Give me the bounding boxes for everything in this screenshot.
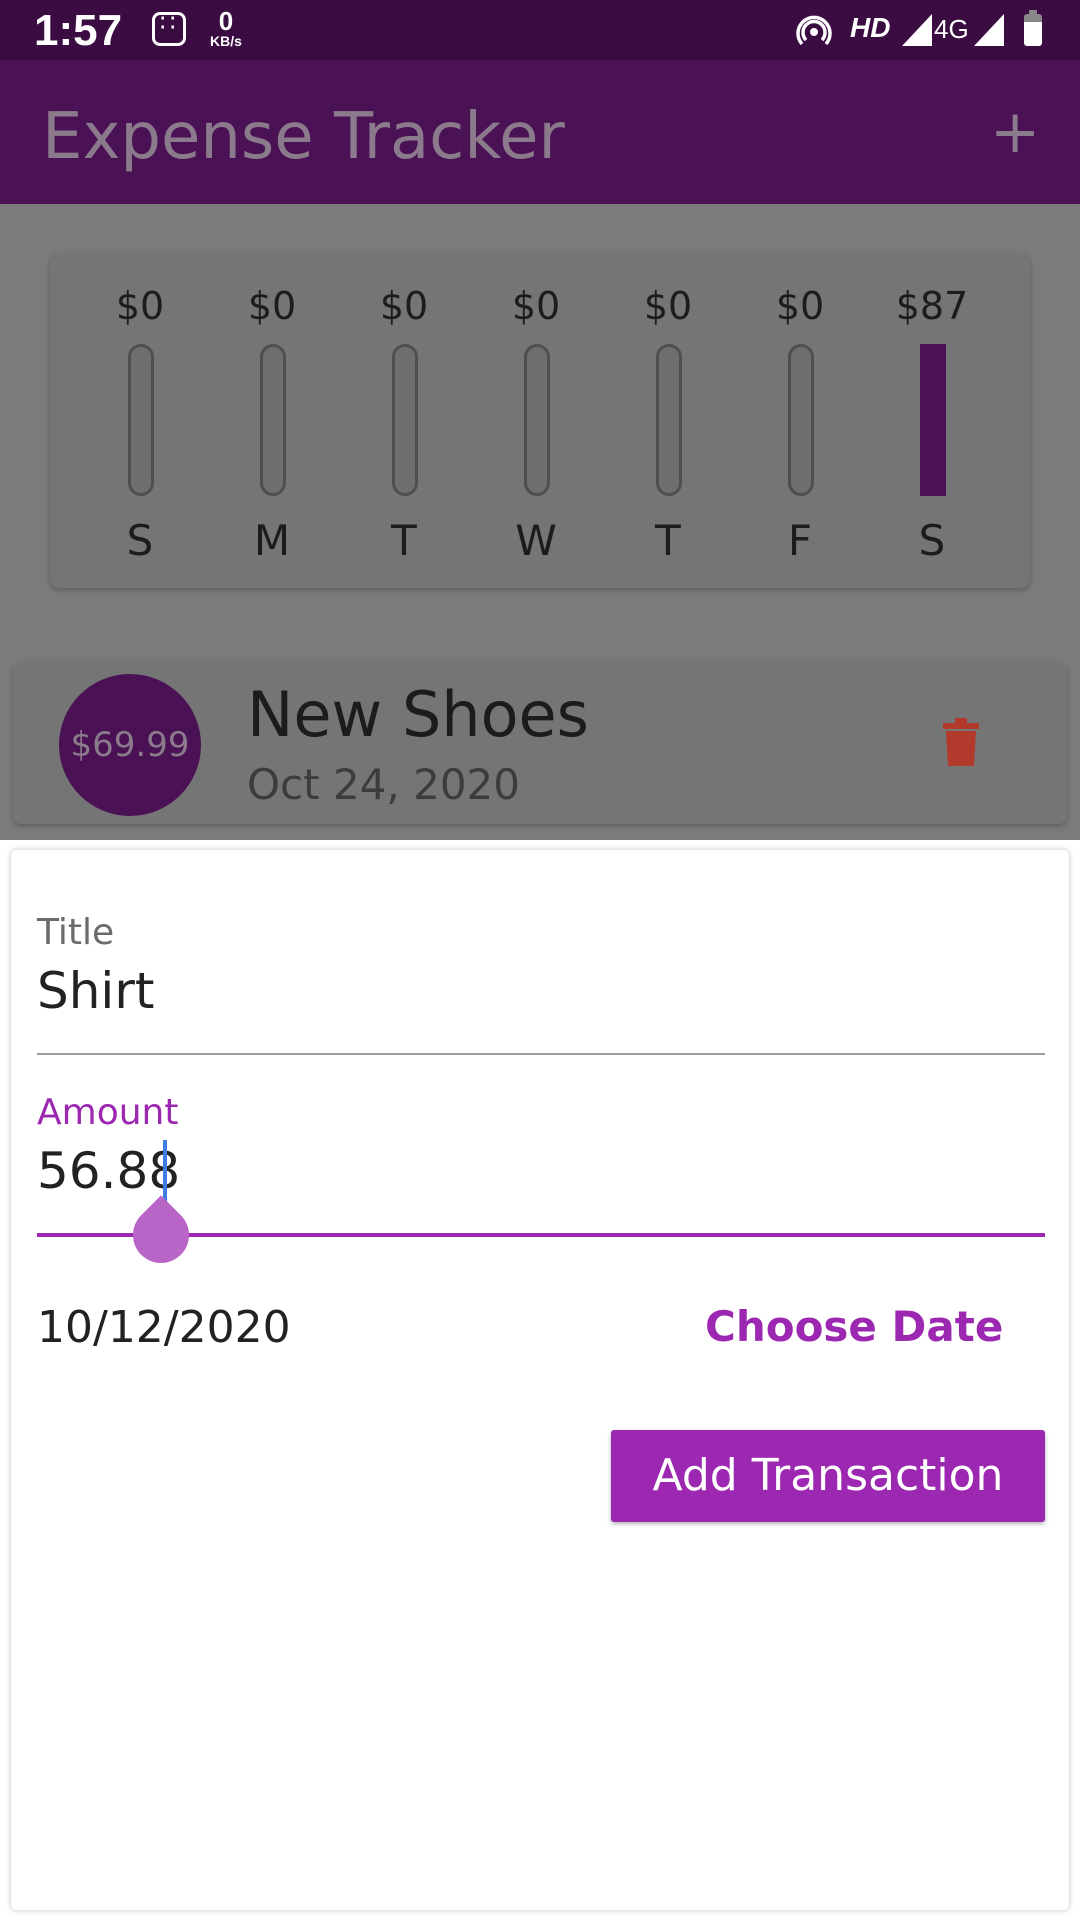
network-speed-unit: KB/s bbox=[210, 33, 242, 49]
chart-bar-column: $0 T bbox=[338, 254, 470, 588]
chart-bar-day: T bbox=[391, 516, 417, 565]
dimmed-background[interactable]: $0 S $0 M $0 T $0 W $0 T $0 F $87 S $69.99 New Shoes … bbox=[0, 204, 1080, 840]
signal-strength-icon-2 bbox=[974, 14, 1004, 46]
network-type: 4G bbox=[934, 14, 969, 44]
text-selection-handle[interactable] bbox=[121, 1195, 201, 1275]
chart-bar-column: $0 W bbox=[470, 254, 602, 588]
hotspot-icon bbox=[796, 15, 832, 46]
chart-bar-column: $0 M bbox=[206, 254, 338, 588]
selected-date: 10/12/2020 bbox=[37, 1302, 291, 1353]
amount-field[interactable]: 56.88 bbox=[37, 1142, 180, 1200]
chart-bar-amount: $87 bbox=[895, 284, 969, 328]
new-transaction-sheet: Title Shirt Amount 56.88 10/12/2020 Choo… bbox=[11, 850, 1069, 1910]
amount-field-label: Amount bbox=[37, 1092, 179, 1133]
trash-icon[interactable] bbox=[943, 718, 979, 766]
chart-bar-day: S bbox=[126, 516, 154, 565]
text-cursor bbox=[163, 1140, 167, 1206]
app-bar: Expense Tracker + bbox=[0, 60, 1080, 204]
chart-bar-track bbox=[920, 344, 946, 496]
add-transaction-button[interactable]: Add Transaction bbox=[611, 1430, 1045, 1522]
plus-icon[interactable]: + bbox=[990, 102, 1040, 162]
title-field-underline bbox=[37, 1053, 1045, 1055]
chart-bar-track bbox=[128, 344, 154, 496]
title-field-label: Title bbox=[37, 912, 115, 953]
chart-bar-amount: $0 bbox=[643, 284, 693, 328]
app-title: Expense Tracker bbox=[42, 100, 565, 174]
network-speed-value: 0 bbox=[218, 6, 234, 36]
chart-bar-amount: $0 bbox=[247, 284, 297, 328]
chart-bar-track bbox=[656, 344, 682, 496]
choose-date-button[interactable]: Choose Date bbox=[705, 1302, 1003, 1351]
chart-bar-column: $0 S bbox=[74, 254, 206, 588]
chart-bar-day: T bbox=[655, 516, 681, 565]
chart-bar-track bbox=[788, 344, 814, 496]
transaction-title: New Shoes bbox=[247, 678, 589, 751]
weekly-chart-card: $0 S $0 M $0 T $0 W $0 T $0 F $87 S bbox=[50, 254, 1030, 588]
battery-icon bbox=[1024, 10, 1042, 46]
network-speed: 0 KB/s bbox=[206, 8, 246, 48]
signal-strength-icon bbox=[902, 14, 932, 46]
title-field[interactable]: Shirt bbox=[37, 962, 154, 1020]
chart-bar-day: F bbox=[787, 516, 813, 565]
transaction-amount-avatar: $69.99 bbox=[59, 674, 201, 816]
status-time: 1:57 bbox=[34, 6, 123, 55]
chart-bar-fill bbox=[923, 347, 943, 493]
chart-bar-track bbox=[392, 344, 418, 496]
chart-bar-amount: $0 bbox=[775, 284, 825, 328]
chart-bar-amount: $0 bbox=[115, 284, 165, 328]
chart-bar-day: S bbox=[918, 516, 946, 565]
chart-bar-column: $87 S bbox=[866, 254, 998, 588]
chart-bar-column: $0 T bbox=[602, 254, 734, 588]
chart-bar-day: M bbox=[253, 516, 291, 565]
status-bar: 1:57 0 KB/s HD 4G bbox=[0, 0, 1080, 60]
chart-bar-track bbox=[524, 344, 550, 496]
chart-bar-amount: $0 bbox=[379, 284, 429, 328]
chart-bar-day: W bbox=[515, 516, 557, 565]
chart-bar-track bbox=[260, 344, 286, 496]
chart-bar-column: $0 F bbox=[734, 254, 866, 588]
sim-icon bbox=[152, 9, 186, 46]
hd-badge: HD bbox=[850, 12, 891, 43]
chart-bar-amount: $0 bbox=[511, 284, 561, 328]
transaction-item: $69.99 New Shoes Oct 24, 2020 bbox=[13, 662, 1067, 824]
transaction-date: Oct 24, 2020 bbox=[247, 760, 520, 809]
